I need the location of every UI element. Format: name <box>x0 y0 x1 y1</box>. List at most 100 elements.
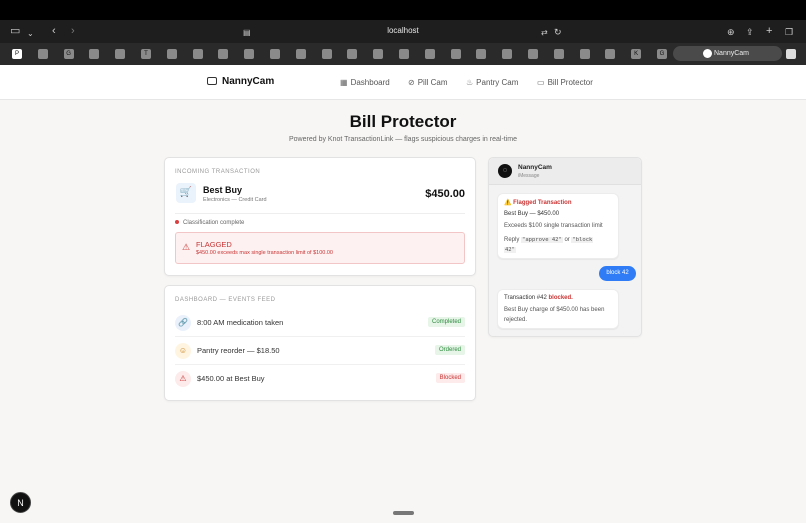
tab-overview-icon[interactable]: ❐ <box>785 26 793 39</box>
pantry-icon: ♨ <box>466 78 474 87</box>
confirm-message-bubble: Transaction #42 blocked. Best Buy charge… <box>497 289 619 329</box>
bookmark-favicon-icon[interactable] <box>270 49 280 59</box>
bookmark-favicon-icon[interactable] <box>218 49 229 59</box>
bookmark-favicon-icon[interactable] <box>528 49 538 59</box>
bookmark-favicon-icon[interactable] <box>321 49 332 59</box>
block-command-end: 42" <box>504 247 516 253</box>
merchant-name: Best Buy <box>203 185 243 195</box>
classification-status: Classification complete <box>175 220 244 226</box>
tab-end-favicon-icon[interactable] <box>786 49 796 59</box>
active-tab-label: NannyCam <box>714 50 750 57</box>
share-icon[interactable]: ⇪ <box>746 26 754 39</box>
flagged-alert: ⚠ FLAGGED $450.00 exceeds max single tra… <box>175 232 465 264</box>
imessage-preview-card: ◌ NannyCam iMessage ⚠️ Flagged Transacti… <box>488 157 642 337</box>
service-label: iMessage <box>518 173 540 179</box>
reply-prefix: Reply <box>504 237 520 243</box>
system-top-bar <box>0 0 806 20</box>
link-icon: 🔗 <box>175 315 191 331</box>
bookmark-favicon-icon[interactable] <box>476 49 487 59</box>
address-bar[interactable]: localhost <box>0 26 806 35</box>
bookmark-favicon-icon[interactable] <box>605 49 616 59</box>
list-item[interactable]: ☺ Pantry reorder — $18.50 Ordered <box>175 336 465 364</box>
incoming-transaction-card: Incoming Transaction 🛒 Best Buy Electron… <box>164 157 476 276</box>
bookmark-favicon-icon[interactable] <box>373 49 384 59</box>
pill-icon: ⊘ <box>408 78 415 87</box>
nav-pantry-cam[interactable]: ♨ Pantry Cam <box>466 78 518 87</box>
bookmark-favicon-icon[interactable]: K <box>631 49 642 59</box>
section-label: Dashboard — Events Feed <box>175 297 276 303</box>
camera-icon <box>207 77 217 85</box>
bookmark-favicon-icon[interactable] <box>37 49 48 59</box>
alert-message-bubble: ⚠️ Flagged Transaction Best Buy — $450.0… <box>497 193 619 259</box>
brand[interactable]: NannyCam <box>207 76 274 87</box>
confirm-line: rejected. <box>504 317 528 323</box>
flag-detail: $450.00 exceeds max single transaction l… <box>196 250 333 256</box>
list-item[interactable]: ⚠ $450.00 at Best Buy Blocked <box>175 364 465 392</box>
warning-icon: ⚠ <box>182 242 191 252</box>
bookmark-favicon-icon[interactable]: T <box>141 49 151 59</box>
active-tab[interactable]: NannyCam <box>673 46 782 61</box>
page-subtitle: Powered by Knot TransactionLink — flags … <box>289 136 517 143</box>
event-text: Pantry reorder — $18.50 <box>197 346 280 355</box>
warning-icon: ⚠ <box>175 371 191 387</box>
dashboard-icon: ▦ <box>340 78 348 87</box>
bookmark-favicon-icon[interactable]: G <box>63 49 74 59</box>
bookmark-favicon-icon[interactable] <box>553 49 564 59</box>
brand-label: NannyCam <box>222 76 275 87</box>
bookmark-favicon-icon[interactable] <box>295 49 306 59</box>
browser-toolbar: ▭ ⌄ ‹ › ▤ localhost ⇄ ↻ ⊕ ⇪ + ❐ <box>0 20 806 43</box>
bookmark-favicon-icon[interactable]: P <box>12 49 22 59</box>
shopping-cart-icon: 🛒 <box>176 183 196 203</box>
nav-dashboard-label: Dashboard <box>350 78 390 87</box>
sent-message-bubble: block 42 <box>599 266 636 281</box>
status-dot-icon <box>175 220 179 224</box>
events-feed-card: Dashboard — Events Feed 🔗 8:00 AM medica… <box>164 285 476 401</box>
transaction-amount: $450.00 <box>425 188 465 200</box>
pantry-icon: ☺ <box>175 343 191 359</box>
message-header: ◌ NannyCam iMessage <box>489 158 641 185</box>
bookmark-favicon-icon[interactable] <box>192 49 203 59</box>
bookmark-favicon-icon[interactable] <box>450 49 461 59</box>
event-text: 8:00 AM medication taken <box>197 318 284 327</box>
nav-pantry-cam-label: Pantry Cam <box>476 78 519 87</box>
translate-icon[interactable]: ⇄ <box>541 26 548 39</box>
bookmark-favicon-icon[interactable] <box>347 49 358 59</box>
alert-title-text: Flagged Transaction <box>513 200 572 206</box>
reply-or: or <box>564 237 570 243</box>
reply-instructions: Reply "approve 42" or "block <box>504 237 594 243</box>
nav-dashboard[interactable]: ▦ Dashboard <box>340 78 390 87</box>
confirm-status: blocked. <box>548 295 573 301</box>
approve-command: "approve 42" <box>521 237 563 243</box>
bookmark-favicon-icon[interactable] <box>244 49 255 59</box>
page-title: Bill Protector <box>349 112 457 131</box>
nav-pill-cam[interactable]: ⊘ Pill Cam <box>408 78 447 87</box>
nav-bill-protector[interactable]: ▭ Bill Protector <box>537 78 593 87</box>
bookmark-favicon-icon[interactable] <box>166 49 177 59</box>
warning-icon: ⚠️ <box>504 200 512 206</box>
dev-tools-badge[interactable]: N <box>10 492 31 513</box>
bookmark-favicon-icon[interactable] <box>502 49 513 59</box>
confirm-title: Transaction #42 blocked. <box>504 295 573 301</box>
bookmark-favicon-icon[interactable] <box>115 49 126 59</box>
alert-title: ⚠️ Flagged Transaction <box>504 199 572 206</box>
confirm-line: Best Buy charge of $450.00 has been <box>504 307 605 313</box>
status-badge: Ordered <box>434 345 465 355</box>
section-label: Incoming Transaction <box>175 169 261 175</box>
list-item[interactable]: 🔗 8:00 AM medication taken Completed <box>175 308 465 336</box>
status-text: Classification complete <box>183 220 245 226</box>
download-icon[interactable]: ⊕ <box>727 26 735 39</box>
nav-bill-protector-label: Bill Protector <box>547 78 593 87</box>
contact-name: NannyCam <box>518 164 552 171</box>
bookmark-favicon-icon[interactable] <box>579 49 590 59</box>
chat-bubble-icon: ◌ <box>498 164 512 178</box>
reload-icon[interactable]: ↻ <box>554 26 562 39</box>
merchant-category: Electronics — Credit Card <box>203 197 267 203</box>
app-navbar: NannyCam ▦ Dashboard ⊘ Pill Cam ♨ Pantry Ca… <box>0 65 806 100</box>
bookmark-favicon-icon[interactable] <box>424 49 435 59</box>
bookmark-favicon-icon[interactable] <box>89 49 100 59</box>
alert-line: Exceeds $100 single transaction limit <box>504 223 603 229</box>
bookmark-favicon-icon[interactable] <box>399 49 409 59</box>
alert-line: Best Buy — $450.00 <box>504 211 560 217</box>
new-tab-icon[interactable]: + <box>766 25 772 38</box>
bookmark-favicon-icon[interactable]: G <box>657 49 667 59</box>
